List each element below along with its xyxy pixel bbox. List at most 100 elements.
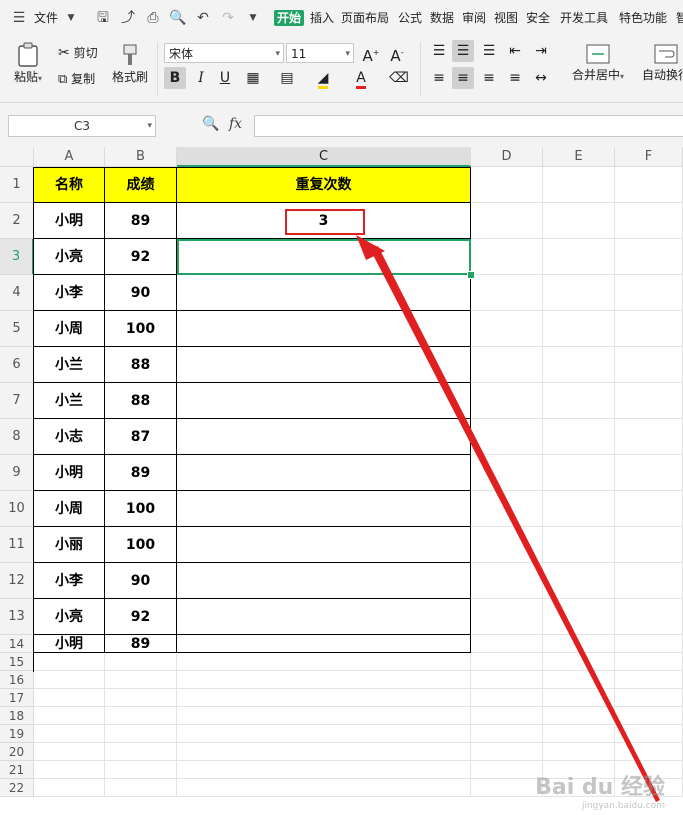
row-header[interactable]: 9 [0,455,34,491]
grid-cell[interactable] [543,419,615,455]
grid-cell[interactable] [543,383,615,419]
hamburger-menu-icon[interactable]: ☰ [10,9,28,27]
row-header[interactable]: 3 [0,239,34,275]
grid-cell[interactable] [615,725,683,743]
grid-cell[interactable] [471,635,543,653]
table-cell-repeat[interactable] [177,347,471,383]
justify-icon[interactable]: ≡ [504,67,526,89]
row-header[interactable]: 11 [0,527,34,563]
grid-cell[interactable] [543,635,615,653]
grid-cell[interactable] [615,419,683,455]
grid-cell[interactable] [615,527,683,563]
grid-cell[interactable] [177,653,471,671]
tab-overflow[interactable]: 智 [676,10,683,26]
decrease-indent-icon[interactable]: ⇤ [504,40,526,62]
table-cell-repeat[interactable] [177,419,471,455]
tab-special-features[interactable]: 特色功能 [619,10,667,26]
table-cell-score[interactable]: 87 [105,419,177,455]
grid-cell[interactable] [543,563,615,599]
align-left-icon[interactable]: ≡ [428,67,450,89]
grid-cell[interactable] [543,743,615,761]
cut-button[interactable]: ✂ 剪切 [58,44,98,61]
grid-cell[interactable] [615,563,683,599]
grid-cell[interactable] [471,167,543,203]
row-header[interactable]: 16 [0,671,34,689]
grid-cell[interactable] [543,779,615,797]
grid-cell[interactable] [615,779,683,797]
header-cell-name[interactable]: 名称 [34,167,105,203]
row-header[interactable]: 20 [0,743,34,761]
table-cell-score[interactable]: 88 [105,347,177,383]
grid-cell[interactable] [543,653,615,671]
grid-cell[interactable] [34,707,105,725]
grid-cell[interactable] [105,743,177,761]
copy-button[interactable]: ⧉ 复制 [58,70,95,87]
table-cell-name[interactable]: 小李 [34,563,105,599]
grid-cell[interactable] [471,743,543,761]
fill-handle[interactable] [467,271,475,279]
grid-cell[interactable] [615,203,683,239]
header-cell-score[interactable]: 成绩 [105,167,177,203]
table-cell-repeat[interactable] [177,239,471,275]
row-header[interactable]: 10 [0,491,34,527]
table-cell-score[interactable]: 100 [105,311,177,347]
grid-cell[interactable] [471,761,543,779]
tab-developer[interactable]: 开发工具 [560,10,608,26]
grid-cell[interactable] [34,671,105,689]
grid-cell[interactable] [543,455,615,491]
row-header[interactable]: 15 [0,653,34,671]
grid-cell[interactable] [34,653,105,671]
row-header[interactable]: 19 [0,725,34,743]
cell-style-icon[interactable]: ▤ [276,67,298,89]
table-cell-name[interactable]: 小兰 [34,347,105,383]
decrease-font-icon[interactable]: A- [386,42,408,65]
name-box[interactable]: C3 ▾ [8,115,156,137]
row-header[interactable]: 1 [0,167,34,203]
column-header-c[interactable]: C [177,147,471,167]
row-header[interactable]: 14 [0,635,34,653]
grid-cell[interactable] [105,707,177,725]
row-header[interactable]: 5 [0,311,34,347]
distributed-align-icon[interactable]: ↔ [530,67,552,89]
grid-cell[interactable] [543,311,615,347]
table-cell-name[interactable]: 小周 [34,311,105,347]
row-header[interactable]: 21 [0,761,34,779]
align-top-icon[interactable]: ☰ [428,40,450,62]
grid-cell[interactable] [615,635,683,653]
grid-cell[interactable] [471,689,543,707]
select-all-corner[interactable] [0,147,34,167]
table-cell-repeat[interactable]: 3 [177,203,471,239]
tab-formulas[interactable]: 公式 [398,10,422,26]
grid-cell[interactable] [471,599,543,635]
grid-cell[interactable] [105,689,177,707]
font-name-select[interactable]: 宋体 ▾ [164,43,284,63]
table-cell-name[interactable]: 小亮 [34,239,105,275]
table-cell-score[interactable]: 100 [105,527,177,563]
grid-cell[interactable] [471,239,543,275]
row-header[interactable]: 6 [0,347,34,383]
table-cell-name[interactable]: 小明 [34,635,105,653]
zoom-search-icon[interactable]: 🔍 [202,116,219,132]
grid-cell[interactable] [615,383,683,419]
redo-icon[interactable]: ↷ [219,9,237,27]
font-color-icon[interactable]: A [350,67,372,89]
grid-cell[interactable] [177,743,471,761]
table-cell-name[interactable]: 小明 [34,203,105,239]
table-cell-name[interactable]: 小兰 [34,383,105,419]
grid-cell[interactable] [543,491,615,527]
grid-cell[interactable] [615,311,683,347]
wrap-text-button[interactable]: 自动换行 [636,42,683,83]
align-center-icon[interactable]: ≡ [452,67,474,89]
row-header[interactable]: 18 [0,707,34,725]
table-cell-score[interactable]: 92 [105,239,177,275]
table-cell-score[interactable]: 90 [105,275,177,311]
row-header[interactable]: 7 [0,383,34,419]
row-header[interactable]: 17 [0,689,34,707]
tab-review[interactable]: 审阅 [462,10,486,26]
grid-cell[interactable] [177,707,471,725]
grid-cell[interactable] [177,689,471,707]
table-cell-score[interactable]: 89 [105,635,177,653]
increase-indent-icon[interactable]: ⇥ [530,40,552,62]
column-header-f[interactable]: F [615,147,683,167]
grid-cell[interactable] [543,347,615,383]
